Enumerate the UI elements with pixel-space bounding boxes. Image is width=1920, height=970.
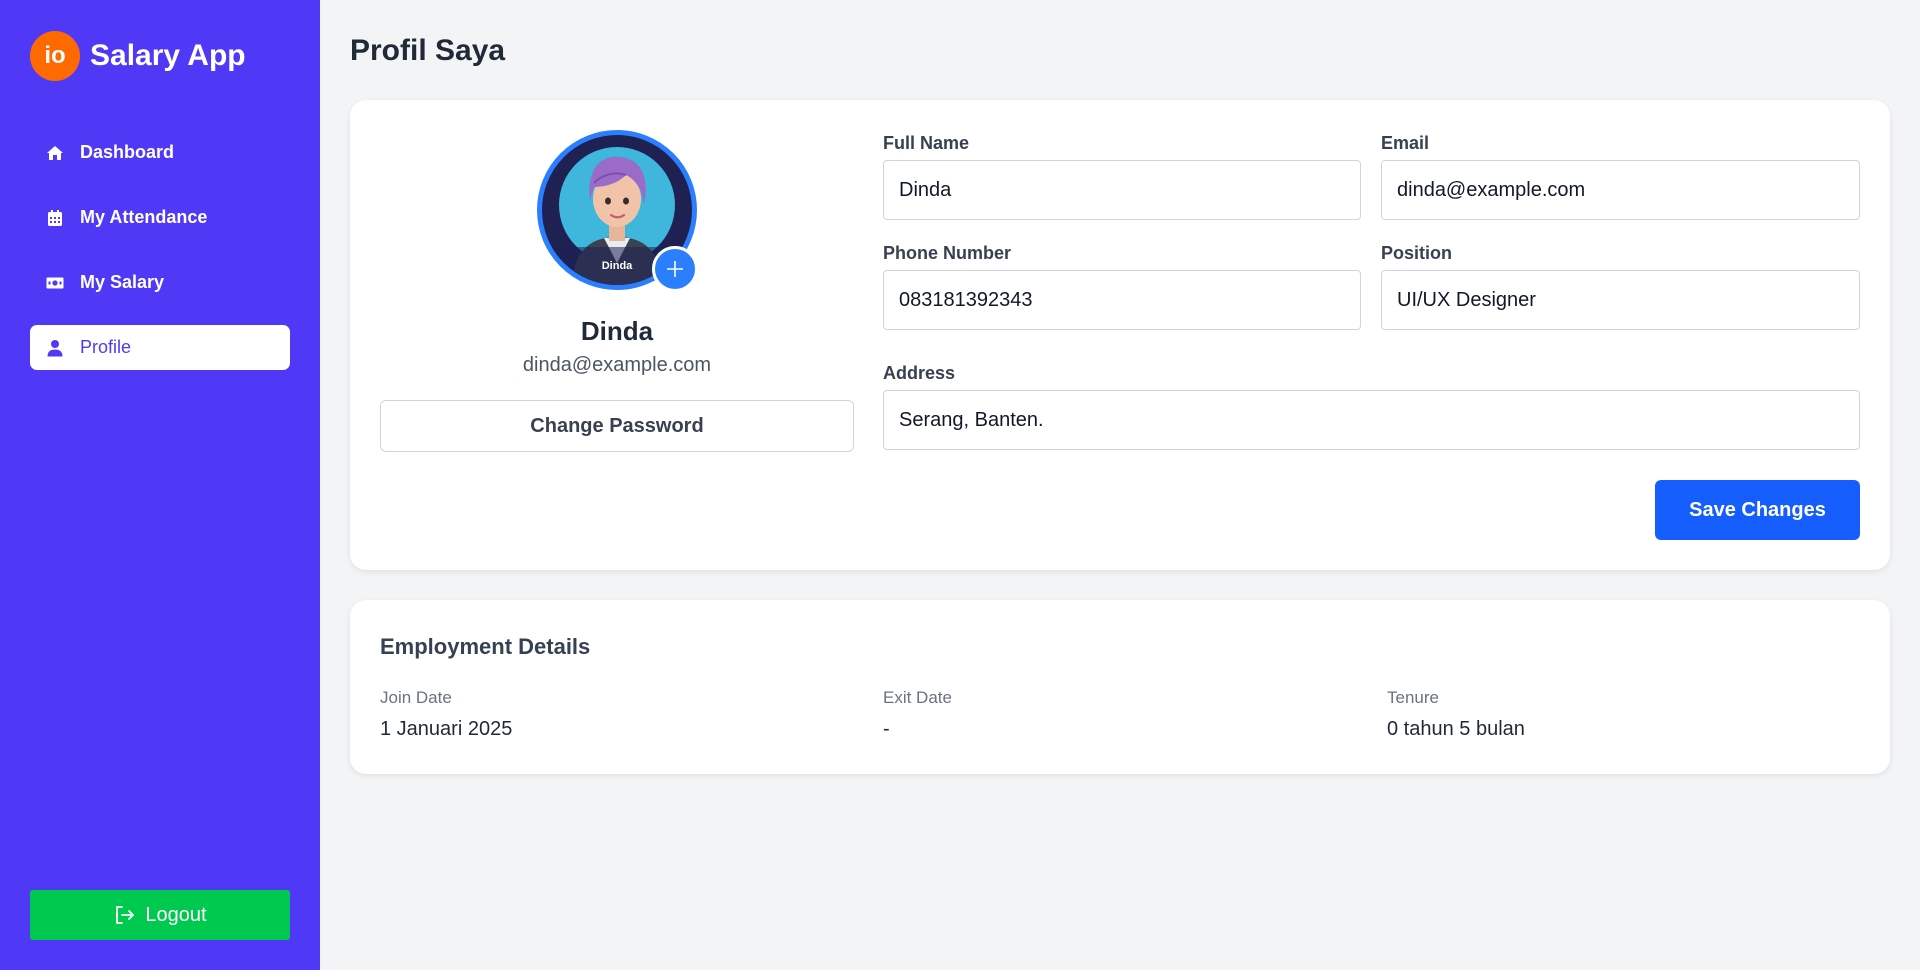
join-date-label: Join Date	[380, 688, 452, 707]
employment-details-card: Employment Details Join Date 1 Januari 2…	[350, 600, 1890, 774]
change-password-button[interactable]: Change Password	[380, 400, 854, 452]
profile-card: Dinda Dinda dinda@example.com Change Pas…	[350, 100, 1890, 570]
sidebar-item-dashboard[interactable]: Dashboard	[30, 130, 290, 175]
logout-icon	[116, 906, 135, 924]
phone-number-label: Phone Number	[883, 243, 1012, 263]
sidebar-item-profile[interactable]: Profile	[30, 325, 290, 370]
join-date-value: 1 Januari 2025	[380, 718, 513, 740]
home-icon	[46, 144, 64, 162]
email-input[interactable]	[1381, 160, 1860, 220]
brand-logo: io	[30, 31, 80, 81]
logout-label: Logout	[145, 903, 207, 926]
logout-button[interactable]: Logout	[30, 890, 290, 940]
brand[interactable]: io Salary App	[30, 31, 246, 81]
brand-name: Salary App	[90, 39, 246, 72]
tenure-value: 0 tahun 5 bulan	[1387, 718, 1525, 740]
address-input[interactable]	[883, 390, 1860, 450]
full-name-label: Full Name	[883, 133, 970, 153]
page-title: Profil Saya	[350, 34, 506, 67]
sidebar: io Salary App Dashboard My Attendance My…	[0, 0, 320, 970]
tenure-label: Tenure	[1387, 688, 1439, 707]
email-label: Email	[1381, 133, 1430, 153]
avatar-caption: Dinda	[602, 260, 633, 272]
full-name-input[interactable]	[883, 160, 1361, 220]
user-icon	[46, 339, 64, 357]
sidebar-item-my-attendance[interactable]: My Attendance	[30, 195, 290, 240]
sidebar-item-my-salary[interactable]: My Salary	[30, 260, 290, 305]
sidebar-item-label: My Attendance	[80, 207, 208, 227]
sidebar-item-label: Profile	[80, 337, 132, 357]
profile-email: dinda@example.com	[522, 354, 712, 376]
sidebar-item-label: Dashboard	[80, 142, 175, 162]
join-date-field: Join Date 1 Januari 2025	[380, 688, 512, 741]
upload-photo-button[interactable]	[652, 246, 698, 292]
avatar-wrapper: Dinda	[537, 130, 698, 292]
exit-date-field: Exit Date -	[883, 688, 952, 741]
position-label: Position	[1381, 243, 1452, 263]
profile-name: Dinda	[580, 316, 654, 346]
calendar-icon	[46, 209, 64, 227]
plus-icon	[667, 261, 683, 277]
tenure-field: Tenure 0 tahun 5 bulan	[1387, 688, 1525, 741]
sidebar-item-label: My Salary	[80, 272, 165, 292]
sidebar-nav: Dashboard My Attendance My Salary Profil…	[30, 130, 290, 390]
money-bill-icon	[46, 274, 64, 292]
exit-date-value: -	[883, 718, 890, 740]
position-input[interactable]	[1381, 270, 1860, 330]
exit-date-label: Exit Date	[883, 688, 952, 707]
employment-details-title: Employment Details	[380, 634, 591, 659]
address-label: Address	[883, 363, 956, 383]
save-changes-button[interactable]: Save Changes	[1655, 480, 1860, 540]
phone-number-input[interactable]	[883, 270, 1361, 330]
